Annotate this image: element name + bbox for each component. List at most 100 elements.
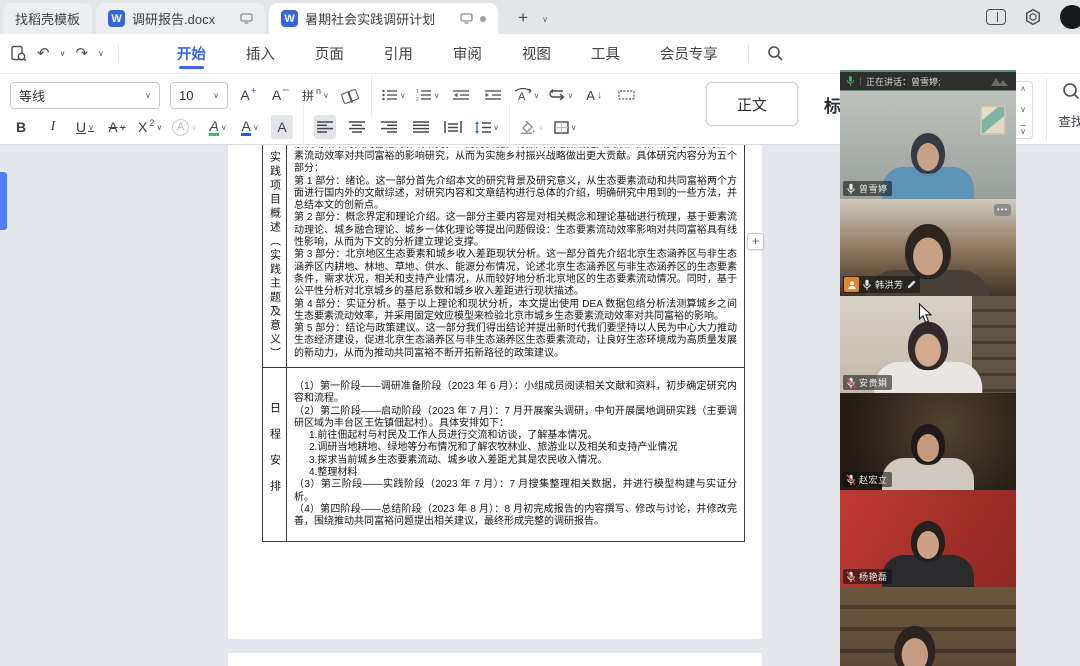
document-tab-0[interactable]: 找稻壳模板: [3, 3, 92, 34]
participant-name-bar: 曾雪婷: [843, 181, 892, 196]
distribute-button[interactable]: [442, 115, 464, 139]
wps-writer-icon: W: [281, 10, 298, 27]
new-tab-button[interactable]: +: [510, 5, 536, 31]
sort-button[interactable]: A↓: [583, 83, 605, 107]
split-view-icon[interactable]: [986, 9, 1006, 25]
avatar[interactable]: [1060, 5, 1080, 29]
row-content[interactable]: （1）第一阶段——调研准备阶段（2023 年 6 月）：小组成员阅读相关文献和资…: [287, 368, 744, 541]
superscript-button[interactable]: X2∨: [138, 115, 162, 139]
speaking-mic-icon: [846, 75, 855, 87]
participant-tile-韩洪芳[interactable]: ••• 韩洪芳: [840, 199, 1016, 296]
borders-button[interactable]: ∨: [554, 115, 577, 139]
ribbon-tabs: 开始插入页面引用审阅视图工具会员专享: [175, 35, 720, 72]
tab-bar: 找稻壳模板 W 调研报告.docx W暑期社会实践调研计划 + ∨: [0, 0, 1080, 34]
ribbon-tab-工具[interactable]: 工具: [589, 35, 622, 72]
speaker-name: 曾雪婷;: [911, 77, 941, 87]
paragraph: 4.整理材料: [294, 467, 737, 479]
tab-status-dot: [480, 16, 486, 22]
document-table: 实践项目概述（实践主题及意义） 素流动效率对共同富裕的影响研究，从而为实施乡村振兴…: [262, 145, 745, 542]
host-badge: [844, 277, 859, 292]
participant-tile-赵宏立[interactable]: 赵宏立: [840, 393, 1016, 490]
undo-dropdown[interactable]: ∨: [60, 49, 66, 58]
wall-painting: [980, 105, 1006, 135]
paragraph: （2）第二阶段——启动阶段（2023 年 7 月）：7 月开展案头调研，中旬开展…: [294, 406, 737, 431]
text-effect-button[interactable]: A∨: [172, 115, 197, 139]
rename-pen-icon: [907, 280, 916, 289]
row-label: 实践项目概述（实践主题及意义）: [263, 145, 287, 367]
align-center-button[interactable]: [346, 115, 368, 139]
ribbon-tab-审阅[interactable]: 审阅: [451, 35, 484, 72]
char-shading-button[interactable]: A: [271, 115, 293, 139]
increase-font-button[interactable]: A+: [238, 83, 260, 107]
document-page[interactable]: 实践项目概述（实践主题及意义） 素流动效率对共同富裕的影响研究，从而为实施乡村振兴…: [228, 145, 762, 639]
strikethrough-button[interactable]: A∨: [106, 115, 128, 139]
ribbon-tab-开始[interactable]: 开始: [175, 35, 208, 72]
clear-format-button[interactable]: [339, 83, 361, 107]
font-name-select[interactable]: 等线∨: [10, 82, 160, 109]
wrap-options-button[interactable]: ∨: [549, 83, 573, 107]
muted-mic-icon: [846, 571, 856, 583]
meeting-header[interactable]: 正在讲话：曾雪婷;: [840, 72, 1016, 91]
justify-button[interactable]: [410, 115, 432, 139]
participant-tile-partial[interactable]: [840, 587, 1016, 666]
underline-button[interactable]: U∨: [74, 115, 96, 139]
phonetic-guide-button[interactable]: 拼n∨: [302, 83, 329, 107]
quick-more-dropdown[interactable]: ∨: [98, 49, 104, 58]
row-content[interactable]: 素流动效率对共同富裕的影响研究，从而为实施乡村振兴战略做出更大贡献。具体研究内容…: [287, 145, 744, 367]
wps-writer-icon: W: [108, 10, 125, 27]
tab-title: 调研报告.docx: [132, 9, 215, 28]
align-left-button[interactable]: [314, 115, 336, 139]
paragraph: 第 2 部分：概念界定和理论介绍。这一部分主要内容是对相关概念和理论基础进行梳理…: [294, 212, 737, 249]
participant-tile-杨艳磊[interactable]: 杨艳磊: [840, 490, 1016, 587]
bold-button[interactable]: B: [10, 115, 32, 139]
document-tab-2[interactable]: W暑期社会实践调研计划: [269, 3, 498, 34]
decrease-indent-button[interactable]: [450, 83, 472, 107]
font-size-select[interactable]: 10∨: [170, 82, 228, 109]
side-panel-indicator[interactable]: [0, 172, 7, 230]
paragraph: 素流动效率对共同富裕的影响研究，从而为实施乡村振兴战略做出更大贡献。具体研究内容…: [294, 151, 737, 176]
style-gallery-scroll[interactable]: ∧∨∨: [1013, 81, 1033, 139]
highlight-color-button[interactable]: A∨: [207, 115, 229, 139]
ribbon-tab-插入[interactable]: 插入: [244, 35, 277, 72]
tile-more-button[interactable]: •••: [994, 204, 1011, 216]
svg-text:1: 1: [416, 89, 419, 95]
participant-name: 韩洪芳: [875, 278, 904, 291]
app-center-icon[interactable]: [1024, 8, 1042, 26]
file-search-icon[interactable]: [10, 45, 27, 62]
paragraph: （3）第三阶段——实践阶段（2023 年 7 月）：7 月搜集整理相关数据，并进…: [294, 479, 737, 504]
participant-tile-曾雪婷[interactable]: 曾雪婷: [840, 91, 1016, 199]
ribbon-tab-会员专享[interactable]: 会员专享: [658, 35, 720, 72]
ribbon-tab-页面[interactable]: 页面: [313, 35, 346, 72]
align-right-button[interactable]: [378, 115, 400, 139]
search-icon[interactable]: [767, 45, 784, 62]
quick-access-toolbar: ↶ ∨ ↷ ∨: [0, 45, 133, 63]
decrease-font-button[interactable]: A−: [270, 83, 292, 107]
next-page-top[interactable]: [228, 653, 762, 666]
increase-indent-button[interactable]: [482, 83, 504, 107]
eraser-icon: [340, 88, 359, 104]
ribbon-tab-引用[interactable]: 引用: [382, 35, 415, 72]
redo-icon[interactable]: ↷: [75, 46, 88, 61]
document-tab-1[interactable]: W 调研报告.docx: [96, 3, 265, 34]
font-color-button[interactable]: A∨: [239, 115, 261, 139]
participant-name-bar: 赵宏立: [843, 472, 892, 487]
show-marks-button[interactable]: [615, 83, 637, 107]
find-label: 查找: [1056, 111, 1080, 130]
line-spacing-button[interactable]: ∨: [474, 115, 499, 139]
mic-icon: [862, 279, 872, 291]
shading-bucket-button[interactable]: ∨: [520, 115, 544, 139]
bullet-list-button[interactable]: ∨: [382, 83, 406, 107]
participant-name-bar: 安贵娟: [843, 375, 892, 390]
find-replace-panel[interactable]: 查找: [1056, 82, 1080, 130]
undo-icon[interactable]: ↶: [37, 46, 50, 61]
style-body-text[interactable]: 正文: [706, 82, 798, 126]
numbered-list-button[interactable]: 12∨: [416, 83, 440, 107]
ribbon-tab-视图[interactable]: 视图: [520, 35, 553, 72]
host-person-icon: [847, 280, 857, 290]
participant-tiles: 曾雪婷 ••• 韩洪芳安贵娟赵宏立杨艳磊: [840, 91, 1016, 666]
insert-plus-button[interactable]: +: [747, 233, 764, 250]
tab-list-dropdown[interactable]: ∨: [538, 15, 552, 24]
italic-button[interactable]: I: [42, 115, 64, 139]
text-direction-button[interactable]: A∨: [514, 83, 540, 107]
participant-video: [849, 626, 981, 666]
